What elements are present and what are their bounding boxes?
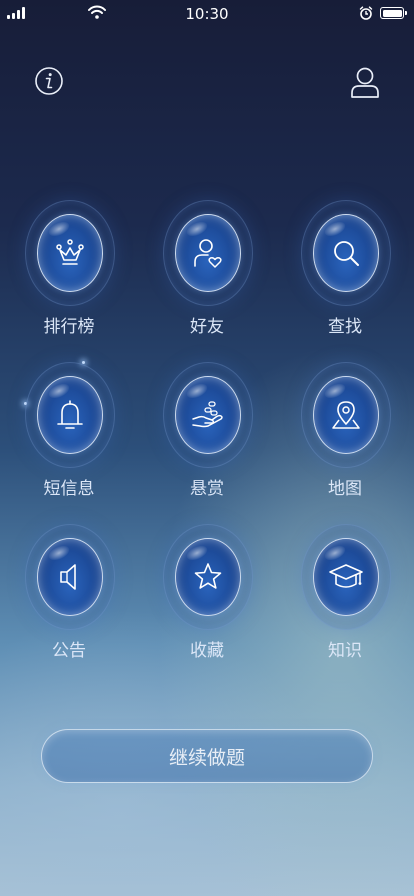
menu-item-friends[interactable]: 好友 [147, 200, 267, 350]
bell-icon [57, 400, 83, 429]
search-icon [334, 241, 359, 266]
speaker-icon [60, 564, 76, 590]
graduation-cap-icon [329, 564, 363, 588]
messages-orb [37, 376, 103, 454]
map-orb [313, 376, 379, 454]
menu-label: 排行榜 [43, 317, 95, 337]
menu-label: 短信息 [43, 479, 95, 499]
knowledge-orb [313, 538, 379, 616]
continue-button-label: 继续做题 [168, 746, 245, 769]
crown-icon [56, 239, 84, 265]
menu-item-knowledge[interactable]: 知识 [285, 524, 405, 674]
menu-label: 好友 [190, 317, 224, 337]
menu-label: 地图 [328, 479, 362, 499]
menu-item-favorites[interactable]: 收藏 [147, 524, 267, 674]
menu-item-announcement[interactable]: 公告 [9, 524, 129, 674]
continue-button[interactable]: 继续做题 [41, 729, 373, 783]
map-pin-icon [332, 401, 360, 429]
menu-label: 收藏 [190, 641, 224, 661]
ranking-orb [37, 214, 103, 292]
menu-label: 公告 [52, 641, 86, 661]
reward-icon [192, 401, 223, 428]
menu-item-search[interactable]: 查找 [285, 200, 405, 350]
menu-item-messages[interactable]: 短信息 [9, 362, 129, 512]
menu-label: 悬赏 [190, 479, 224, 499]
favorites-orb [175, 538, 241, 616]
reward-orb [175, 376, 241, 454]
friends-orb [175, 214, 241, 292]
search-orb [313, 214, 379, 292]
menu-item-map[interactable]: 地图 [285, 362, 405, 512]
menu-item-ranking[interactable]: 排行榜 [9, 200, 129, 350]
menu-label: 知识 [328, 641, 362, 661]
announcement-orb [37, 538, 103, 616]
friend-icon [194, 239, 222, 268]
menu-label: 查找 [328, 317, 362, 337]
star-icon [194, 563, 222, 589]
menu-item-reward[interactable]: 悬赏 [147, 362, 267, 512]
